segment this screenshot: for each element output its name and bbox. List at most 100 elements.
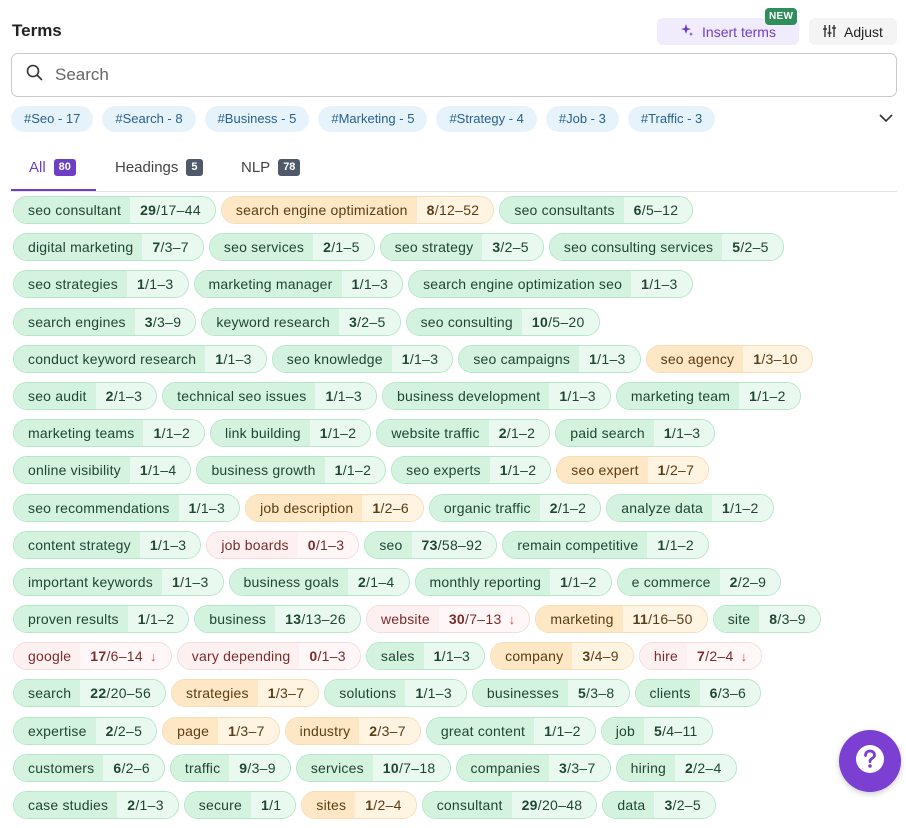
term-chip[interactable]: seo strategies 1/1–3	[13, 270, 189, 299]
term-chip[interactable]: seo consultants 6/5–12	[499, 196, 694, 224]
term-chip[interactable]: search engine optimization 8/12–52	[220, 196, 495, 224]
term-chip[interactable]: google 17/6–14 ↓	[13, 642, 172, 671]
term-name: important keywords	[14, 568, 162, 595]
term-chip[interactable]: sites 1/2–4	[301, 791, 417, 819]
term-chip[interactable]: job 5/4–11	[600, 716, 713, 745]
term-chip[interactable]: page 1/3–7	[162, 716, 280, 745]
term-chip[interactable]: businesses 5/3–8	[471, 679, 630, 708]
term-chip[interactable]: companies 3/3–7	[455, 753, 611, 782]
term-chip[interactable]: case studies 2/1–3	[13, 791, 179, 819]
term-chip[interactable]: great content 1/1–2	[425, 716, 596, 745]
term-chip[interactable]: organic traffic 2/1–2	[428, 493, 602, 522]
term-chip[interactable]: seo consulting services 5/2–5	[548, 233, 784, 262]
term-chip[interactable]: business goals 2/1–4	[228, 567, 410, 596]
term-chip[interactable]: business growth 1/1–2	[196, 456, 387, 485]
term-chip[interactable]: seo knowledge 1/1–3	[271, 344, 454, 373]
term-chip[interactable]: seo campaigns 1/1–3	[458, 344, 641, 373]
term-chip[interactable]: seo 73/58–92	[364, 530, 498, 559]
term-chip[interactable]: content strategy 1/1–3	[13, 530, 202, 559]
hashtag-filter[interactable]: #Traffic - 3	[627, 106, 716, 132]
term-target-range: /1–2	[568, 573, 597, 590]
term-name: business goals	[229, 568, 348, 595]
term-name: clients	[635, 680, 700, 707]
term-chip[interactable]: seo strategy 3/2–5	[379, 233, 544, 262]
term-row: online visibility 1/1–4 business growth 1/1…	[13, 456, 893, 493]
term-name: keyword research	[202, 308, 340, 335]
term-chip[interactable]: search 22/20–56	[13, 679, 167, 708]
term-chip[interactable]: keyword research 3/2–5	[201, 307, 401, 336]
term-chip[interactable]: business 13/13–26	[194, 605, 361, 634]
hashtag-filter[interactable]: #Search - 8	[102, 106, 196, 132]
term-chip[interactable]: online visibility 1/1–4	[13, 456, 192, 485]
term-chip[interactable]: data 3/2–5	[602, 791, 716, 819]
term-name: businesses	[472, 680, 568, 707]
term-chip[interactable]: job boards 0/1–3	[206, 530, 360, 559]
adjust-button[interactable]: Adjust	[809, 18, 897, 45]
term-chip[interactable]: seo experts 1/1–2	[391, 456, 552, 485]
term-chip[interactable]: hire 7/2–4 ↓	[638, 642, 763, 671]
term-chip[interactable]: e commerce 2/2–9	[616, 567, 782, 596]
term-chip[interactable]: marketing manager 1/1–3	[193, 270, 404, 299]
term-chip[interactable]: paid search 1/1–3	[555, 419, 716, 448]
term-chip[interactable]: search engines 3/3–9	[13, 307, 197, 336]
hashtag-filter[interactable]: #Job - 3	[545, 106, 619, 132]
term-current-count: 2	[323, 239, 332, 256]
term-chip[interactable]: search engine optimization seo 1/1–3	[408, 270, 693, 299]
term-chip[interactable]: business development 1/1–3	[382, 381, 611, 410]
term-chip[interactable]: proven results 1/1–2	[13, 605, 190, 634]
term-name: job	[601, 717, 644, 744]
help-button[interactable]	[839, 730, 901, 792]
term-chip[interactable]: seo consulting 10/5–20	[405, 307, 600, 336]
term-chip[interactable]: consultant 29/20–48	[421, 791, 598, 819]
term-chip[interactable]: industry 2/3–7	[284, 716, 421, 745]
term-chip[interactable]: digital marketing 7/3–7	[13, 233, 204, 262]
term-chip[interactable]: seo expert 1/2–7	[556, 456, 710, 485]
term-chip[interactable]: remain competitive 1/1–2	[502, 530, 709, 559]
term-name: technical seo issues	[163, 382, 316, 409]
term-chip[interactable]: site 8/3–9	[712, 605, 821, 634]
search-input[interactable]	[53, 64, 837, 86]
term-chip[interactable]: clients 6/3–6	[634, 679, 762, 708]
term-chip[interactable]: company 3/4–9	[490, 642, 634, 671]
term-chip[interactable]: analyze data 1/1–2	[606, 493, 774, 522]
tab-headings[interactable]: Headings 5	[115, 145, 203, 190]
term-chip[interactable]: traffic 9/3–9	[169, 753, 291, 782]
term-chip[interactable]: important keywords 1/1–3	[13, 567, 224, 596]
term-chip[interactable]: seo consultant 29/17–44	[13, 196, 216, 224]
term-usage: 5/4–11	[644, 717, 712, 744]
hashtag-filter[interactable]: #Strategy - 4	[436, 106, 537, 132]
term-chip[interactable]: marketing team 1/1–2	[615, 381, 801, 410]
term-chip[interactable]: website 30/7–13 ↓	[365, 605, 531, 634]
term-chip[interactable]: technical seo issues 1/1–3	[162, 381, 378, 410]
term-chip[interactable]: hiring 2/2–4	[615, 753, 737, 782]
term-chip[interactable]: strategies 1/3–7	[171, 679, 320, 708]
term-usage: 30/7–13 ↓	[438, 606, 530, 633]
tab-all[interactable]: All 80	[11, 145, 96, 191]
tab-nlp[interactable]: NLP 78	[241, 145, 301, 190]
term-chip[interactable]: job description 1/2–6	[245, 493, 424, 522]
hashtag-filter[interactable]: #Marketing - 5	[318, 106, 428, 132]
hashtag-filter[interactable]: #Business - 5	[204, 106, 310, 132]
chevron-down-icon[interactable]	[879, 110, 893, 128]
term-chip[interactable]: seo services 2/1–5	[208, 233, 375, 262]
term-chip[interactable]: sales 1/1–3	[365, 642, 486, 671]
term-chip[interactable]: services 10/7–18	[295, 753, 451, 782]
term-chip[interactable]: solutions 1/1–3	[324, 679, 467, 708]
term-chip[interactable]: seo audit 2/1–3	[13, 381, 158, 410]
term-chip[interactable]: monthly reporting 1/1–2	[414, 567, 612, 596]
term-chip[interactable]: customers 6/2–6	[13, 753, 165, 782]
term-chip[interactable]: conduct keyword research 1/1–3	[13, 344, 267, 373]
term-chip[interactable]: seo agency 1/3–10	[645, 344, 813, 373]
term-target-range: /1–2	[506, 425, 536, 442]
term-row: case studies 2/1–3 secure 1/1 sites 1/2–4 cons…	[13, 791, 893, 828]
term-chip[interactable]: website traffic 2/1–2	[376, 419, 551, 448]
term-chip[interactable]: vary depending 0/1–3	[176, 642, 361, 671]
term-chip[interactable]: marketing teams 1/1–2	[13, 419, 206, 448]
term-chip[interactable]: seo recommendations 1/1–3	[13, 493, 241, 522]
hashtag-filter[interactable]: #Seo - 17	[11, 106, 94, 132]
term-chip[interactable]: secure 1/1	[183, 791, 297, 819]
term-usage: 2/2–5	[95, 717, 157, 744]
term-chip[interactable]: expertise 2/2–5	[13, 716, 158, 745]
term-chip[interactable]: link building 1/1–2	[210, 419, 372, 448]
term-chip[interactable]: marketing 11/16–50	[535, 605, 708, 634]
